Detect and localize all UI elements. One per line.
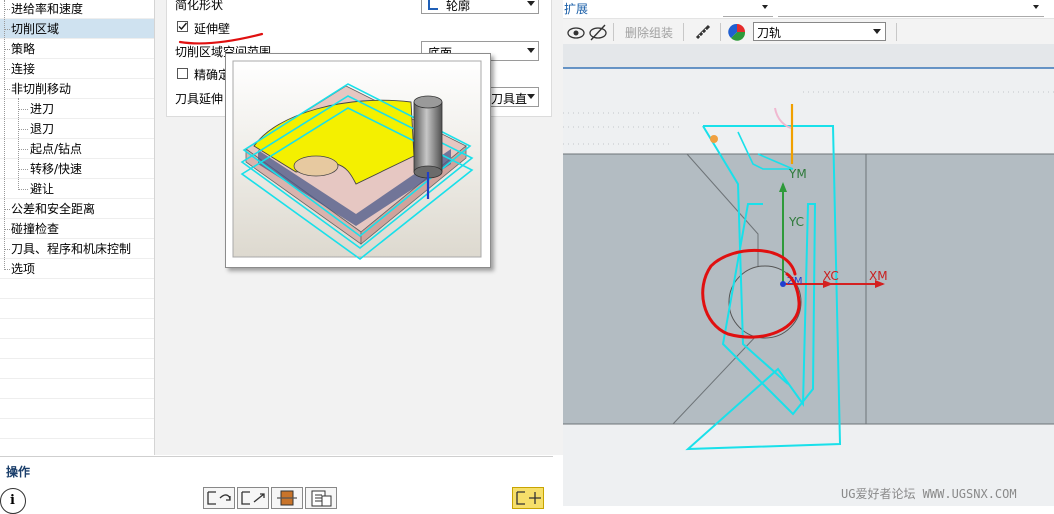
tree-item-label: 起点/钻点 xyxy=(30,142,83,156)
info-icon[interactable]: i xyxy=(0,488,26,514)
tree-trunk-line xyxy=(4,0,5,270)
extend-wall-tooltip-image xyxy=(225,53,491,268)
tree-empty-row xyxy=(0,279,154,299)
chevron-down-icon xyxy=(1033,5,1039,9)
tree-item[interactable]: 碰撞检查 xyxy=(0,219,154,239)
generate-icon xyxy=(207,491,231,505)
tree-item[interactable]: 起点/钻点 xyxy=(0,139,154,159)
verify-icon xyxy=(277,490,297,506)
tree-connector xyxy=(18,109,28,110)
tree-connector xyxy=(18,169,28,170)
operations-title: 操作 xyxy=(6,465,31,479)
delete-assembly-button[interactable]: 删除组装 xyxy=(625,24,673,41)
graphics-top-strip: 扩展 xyxy=(563,0,1054,18)
list-icon xyxy=(311,490,332,507)
operations-panel: 操作 i xyxy=(0,456,553,514)
tree-item[interactable]: 退刀 xyxy=(0,119,154,139)
tree-item-label: 公差和安全距离 xyxy=(11,202,96,216)
tree-item-label: 碰撞检查 xyxy=(11,222,60,236)
precise-checkbox[interactable] xyxy=(177,68,188,79)
tree-item-label: 连接 xyxy=(11,62,36,76)
simplify-shape-select[interactable]: 轮廓 xyxy=(421,0,539,14)
tree-item-label: 策略 xyxy=(11,42,36,56)
color-wheel-icon[interactable] xyxy=(728,23,746,41)
tree-branch-line xyxy=(18,98,19,190)
replay-icon xyxy=(241,491,265,505)
axis-label-xm: XM xyxy=(869,269,888,283)
axis-label-yc: YC xyxy=(788,215,804,229)
color-mode-select[interactable]: 刀轨 xyxy=(753,22,886,41)
tree-empty-row xyxy=(0,339,154,359)
chevron-down-icon xyxy=(873,29,881,34)
tree-empty-row xyxy=(0,399,154,419)
chevron-down-icon xyxy=(527,94,535,99)
sync-icon xyxy=(516,491,541,505)
tree-item[interactable]: 公差和安全距离 xyxy=(0,199,154,219)
tree-item[interactable]: 连接 xyxy=(0,59,154,79)
tree-item-label: 选项 xyxy=(11,262,36,276)
color-mode-value: 刀轨 xyxy=(757,26,782,40)
tool-extend-select[interactable]: 刀具直 xyxy=(487,87,539,107)
cad-scene: YM YC XC XM ZM UG爱好者论坛 WWW.UGSNX.COM xyxy=(563,44,1054,506)
chevron-down-icon xyxy=(527,48,535,53)
chevron-down-icon xyxy=(762,5,768,9)
tree-empty-row xyxy=(0,319,154,339)
watermark: UG爱好者论坛 WWW.UGSNX.COM xyxy=(841,487,1017,501)
tree-item[interactable]: 避让 xyxy=(0,179,154,199)
search-select[interactable] xyxy=(778,0,1044,17)
tree-item[interactable]: 选项 xyxy=(0,259,154,279)
tree-item[interactable]: 刀具、程序和机床控制 xyxy=(0,239,154,259)
tree-empty-row xyxy=(0,419,154,439)
contour-icon xyxy=(428,0,438,10)
tree-item-label: 进给率和速度 xyxy=(11,2,84,16)
operation-settings-tree: 进给率和速度 切削区域策略连接非切削移动进刀退刀起点/钻点转移/快速避让公差和安全… xyxy=(0,0,155,459)
simplify-shape-value: 轮廓 xyxy=(446,0,471,13)
tree-item[interactable]: 策略 xyxy=(0,39,154,59)
graphics-viewport[interactable]: YM YC XC XM ZM UG爱好者论坛 WWW.UGSNX.COM xyxy=(563,44,1054,506)
measure-icon[interactable] xyxy=(693,22,713,42)
tree-empty-row xyxy=(0,359,154,379)
tree-connector xyxy=(18,129,28,130)
tool-extend-label: 刀具延伸 xyxy=(175,92,224,106)
tool-extend-value: 刀具直 xyxy=(491,92,528,106)
tree-item[interactable]: 进给率和速度 xyxy=(0,0,154,19)
tree-item-label: 退刀 xyxy=(30,122,55,136)
tree-connector xyxy=(18,149,28,150)
tree-item-label: 刀具、程序和机床控制 xyxy=(11,242,132,256)
tree-item-label: 进刀 xyxy=(30,102,55,116)
tree-item[interactable]: 进刀 xyxy=(0,99,154,119)
show-hide-eye-icon[interactable] xyxy=(566,22,586,42)
annotation-underline xyxy=(178,32,264,45)
tree-item[interactable]: 非切削移动 xyxy=(0,79,154,99)
tree-item-label: 切削区域 xyxy=(11,22,60,36)
axis-label-xc: XC xyxy=(823,269,839,283)
tree-item-label: 转移/快速 xyxy=(30,162,83,176)
chevron-down-icon xyxy=(527,1,535,6)
simplify-shape-label: 简化形状 xyxy=(175,0,224,12)
extend-wall-illustration xyxy=(232,60,482,261)
tree-connector xyxy=(18,189,28,190)
tree-empty-row xyxy=(0,299,154,319)
tree-item[interactable]: 转移/快速 xyxy=(0,159,154,179)
hide-eye-icon[interactable] xyxy=(588,22,608,42)
tree-empty-row xyxy=(0,379,154,399)
tree-item-label: 非切削移动 xyxy=(11,82,72,96)
graphics-toolbar: 删除组装 刀轨 xyxy=(563,18,1054,46)
extend-mode-value: 扩展 xyxy=(564,2,589,16)
tree-item[interactable]: 切削区域 xyxy=(0,19,154,39)
axis-label-ym: YM xyxy=(788,167,807,181)
extend-mode-select[interactable] xyxy=(723,0,773,17)
tree-item-label: 避让 xyxy=(30,182,55,196)
